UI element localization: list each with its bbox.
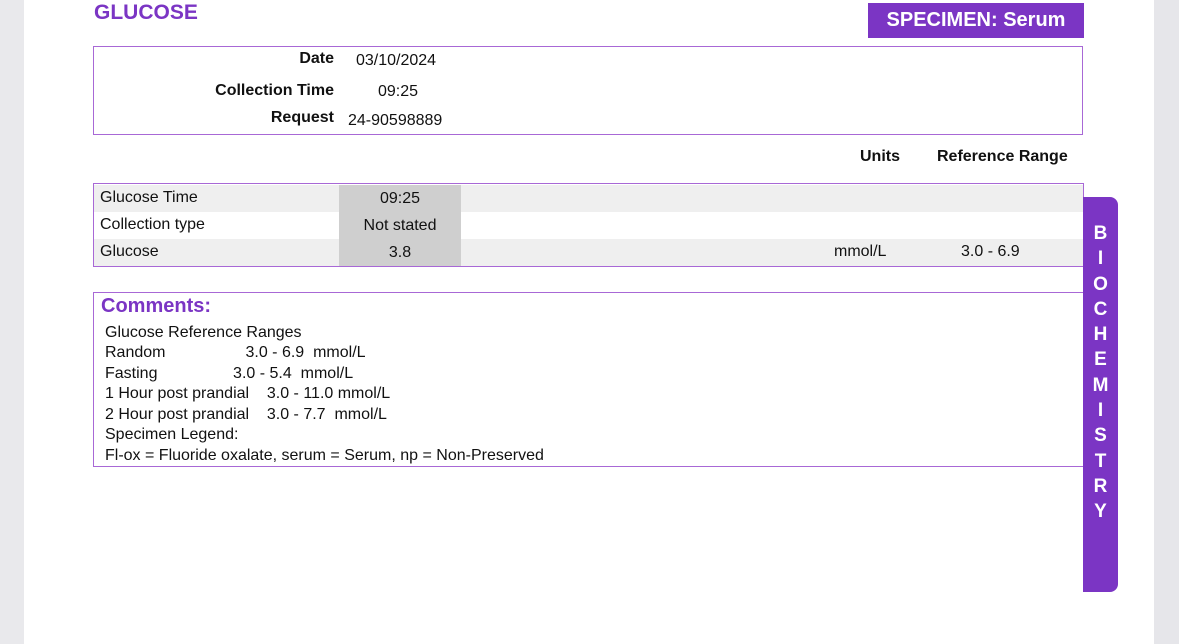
page-margin xyxy=(1154,0,1179,644)
result-units: mmol/L xyxy=(834,243,887,260)
tab-letter: I xyxy=(1097,400,1104,422)
tab-letter: R xyxy=(1093,475,1108,497)
result-value: 3.8 xyxy=(339,239,461,266)
result-value: Not stated xyxy=(339,212,461,239)
request-info-box: Date 03/10/2024 Collection Time 09:25 Re… xyxy=(93,46,1083,135)
comments-box: Comments: Glucose Reference Ranges Rando… xyxy=(93,292,1084,467)
date-label: Date xyxy=(299,50,334,67)
collection-time-label: Collection Time xyxy=(215,82,334,99)
results-table: Glucose Time 09:25 Collection type Not s… xyxy=(93,183,1084,267)
comment-line: 1 Hour post prandial 3.0 - 11.0 mmol/L xyxy=(105,385,391,402)
request-label: Request xyxy=(270,109,334,126)
comments-title: Comments: xyxy=(101,295,212,317)
tab-letter: B xyxy=(1093,223,1108,244)
tab-letter: E xyxy=(1094,349,1107,371)
test-title: GLUCOSE xyxy=(94,1,198,24)
comment-line: Glucose Reference Ranges xyxy=(105,324,302,341)
comment-line: Specimen Legend: xyxy=(105,426,239,443)
tab-letter: Y xyxy=(1094,501,1107,523)
result-name: Glucose Time xyxy=(100,189,198,206)
reference-range-column-header: Reference Range xyxy=(937,148,1068,165)
tab-letter: M xyxy=(1092,374,1109,396)
collection-time-value: 09:25 xyxy=(378,83,419,100)
result-name: Collection type xyxy=(100,216,205,233)
result-name: Glucose xyxy=(100,243,159,260)
comment-line: Random 3.0 - 6.9 mmol/L xyxy=(105,344,366,361)
specimen-badge: SPECIMEN: Serum xyxy=(868,3,1084,38)
result-range: 3.0 - 6.9 xyxy=(961,243,1020,260)
comment-line: Fasting 3.0 - 5.4 mmol/L xyxy=(105,365,354,382)
biochemistry-tab[interactable]: B I O C H E M I S T R Y xyxy=(1083,197,1118,592)
tab-letter: C xyxy=(1093,298,1108,320)
tab-letter: T xyxy=(1094,450,1107,472)
table-row: Glucose 3.8 mmol/L 3.0 - 6.9 xyxy=(94,239,1083,266)
table-row: Collection type Not stated xyxy=(94,212,1083,239)
tab-letter: I xyxy=(1097,248,1104,270)
tab-letter: S xyxy=(1094,425,1107,447)
date-value: 03/10/2024 xyxy=(356,52,437,69)
comment-line: Fl-ox = Fluoride oxalate, serum = Serum,… xyxy=(105,447,544,464)
result-value: 09:25 xyxy=(339,185,461,212)
request-value: 24-90598889 xyxy=(348,112,443,129)
comment-line: 2 Hour post prandial 3.0 - 7.7 mmol/L xyxy=(105,406,387,423)
tab-letter: H xyxy=(1093,324,1108,346)
table-row: Glucose Time 09:25 xyxy=(94,185,1083,212)
units-column-header: Units xyxy=(860,148,900,165)
tab-letter: O xyxy=(1093,273,1108,295)
